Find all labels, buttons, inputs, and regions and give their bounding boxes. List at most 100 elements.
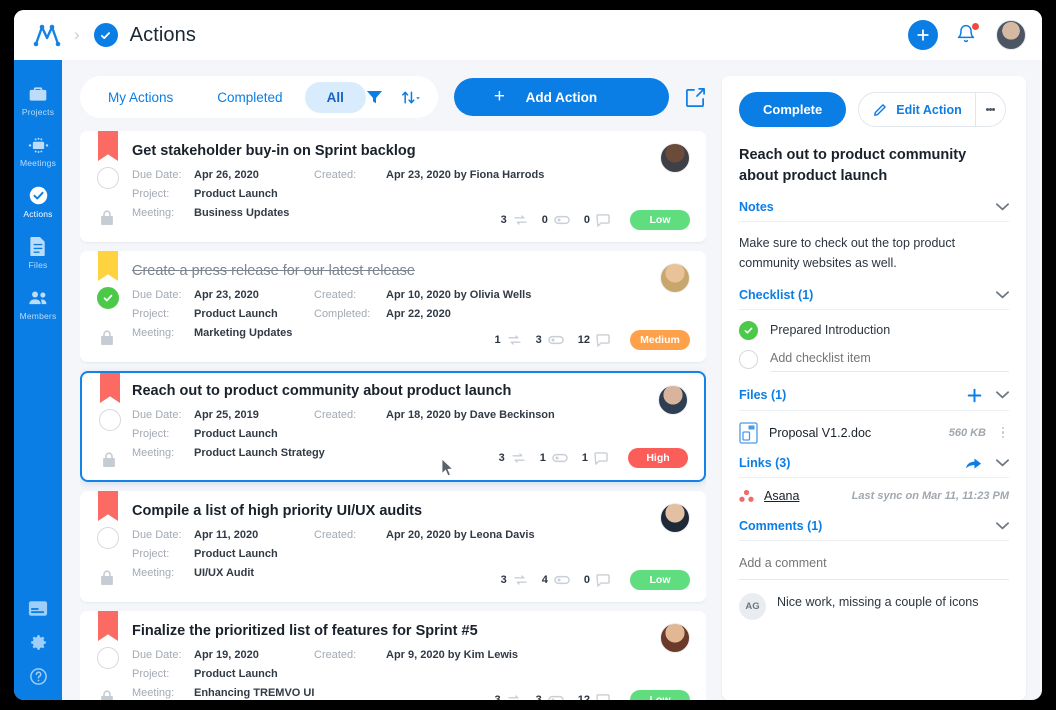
comments-section-header[interactable]: Comments (1) — [739, 519, 1009, 541]
actions-column: My Actions Completed All + Add Action Ge… — [80, 76, 706, 700]
action-complete-checkbox[interactable] — [97, 167, 119, 189]
file-item[interactable]: Proposal V1.2.doc 560 KB — [739, 422, 1009, 444]
priority-badge: Low — [630, 690, 690, 700]
share-export-icon[interactable] — [685, 87, 706, 108]
action-meta-due: Due Date: Apr 26, 2020 Created: Apr 23, … — [132, 168, 690, 182]
share-arrow-icon[interactable] — [965, 456, 982, 470]
subtask-count: 3 — [495, 693, 522, 700]
lock-icon — [99, 569, 116, 586]
completed-label: Completed: — [314, 308, 371, 320]
subtask-count: 3 — [499, 451, 526, 465]
action-card[interactable]: Finalize the prioritized list of feature… — [80, 611, 706, 700]
assignee-avatar[interactable] — [660, 263, 690, 293]
created-label: Created: — [314, 169, 357, 181]
sidebar-item-files[interactable]: Files — [14, 227, 62, 278]
comment-item: AG Nice work, missing a couple of icons — [739, 592, 1009, 620]
action-detail-panel: Complete Edit Action Reach out to produc… — [722, 76, 1026, 700]
sidebar-item-projects[interactable]: Projects — [14, 74, 62, 125]
comment-icon — [596, 693, 610, 700]
action-complete-checkbox[interactable] — [97, 647, 119, 669]
sidebar-item-label: Members — [19, 311, 57, 321]
add-comment-input[interactable] — [739, 551, 1009, 580]
help-icon[interactable] — [28, 666, 48, 686]
attachment-icon — [552, 452, 568, 464]
priority-flag-icon — [100, 373, 120, 403]
priority-badge: Low — [630, 570, 690, 590]
lock-icon — [99, 689, 116, 700]
project-value: Product Launch — [194, 428, 278, 440]
add-checklist-item-row[interactable] — [739, 347, 1009, 372]
add-checklist-input[interactable] — [770, 347, 1009, 372]
action-card[interactable]: Create a press release for our latest re… — [80, 251, 706, 362]
file-more-icon[interactable] — [997, 426, 1009, 440]
pencil-icon — [873, 103, 887, 117]
card-icon[interactable] — [28, 598, 48, 618]
chevron-down-icon[interactable] — [996, 203, 1009, 211]
global-add-button[interactable] — [908, 20, 938, 50]
assignee-avatar[interactable] — [660, 143, 690, 173]
gear-icon[interactable] — [28, 632, 48, 652]
attachment-count: 3 — [536, 334, 564, 346]
action-meta-due: Due Date: Apr 23, 2020 Created: Apr 10, … — [132, 288, 690, 302]
action-card[interactable]: Compile a list of high priority UI/UX au… — [80, 491, 706, 602]
subtask-icon — [507, 333, 522, 347]
project-label: Project: — [132, 428, 170, 440]
tab-completed[interactable]: Completed — [195, 82, 304, 113]
attachment-count: 1 — [540, 452, 568, 464]
action-complete-checkbox[interactable] — [97, 527, 119, 549]
sidebar-item-label: Meetings — [19, 158, 57, 168]
sort-icon[interactable] — [401, 90, 420, 105]
due-date-value: Apr 11, 2020 — [194, 529, 259, 541]
edit-action-button[interactable]: Edit Action — [859, 93, 975, 126]
created-value: Apr 10, 2020 by Olivia Wells — [386, 289, 532, 301]
created-value: Apr 20, 2020 by Leona Davis — [386, 529, 535, 541]
comment-count: 0 — [584, 573, 610, 587]
meeting-label: Meeting: — [132, 327, 175, 339]
action-card[interactable]: Get stakeholder buy-in on Sprint backlog… — [80, 131, 706, 242]
sidebar-item-actions[interactable]: Actions — [14, 176, 62, 227]
meeting-label: Meeting: — [132, 447, 175, 459]
assignee-avatar[interactable] — [658, 385, 688, 415]
avatar[interactable] — [996, 20, 1026, 50]
action-card[interactable]: Reach out to product community about pro… — [80, 371, 706, 482]
checklist-section-header[interactable]: Checklist (1) — [739, 288, 1009, 310]
due-date-label: Due Date: — [132, 409, 182, 421]
chevron-down-icon[interactable] — [996, 458, 1009, 467]
sidebar-item-meetings[interactable]: Meetings — [14, 125, 62, 176]
files-section-header[interactable]: Files (1) — [739, 388, 1009, 411]
more-vertical-icon[interactable] — [974, 93, 1005, 126]
chevron-down-icon[interactable] — [996, 521, 1009, 530]
sidebar-item-members[interactable]: Members — [14, 278, 62, 329]
link-item[interactable]: Asana Last sync on Mar 11, 11:23 PM — [739, 489, 1009, 503]
action-complete-checkbox[interactable] — [97, 287, 119, 309]
add-action-button[interactable]: + Add Action — [453, 78, 669, 116]
bell-icon[interactable] — [956, 23, 979, 46]
link-name[interactable]: Asana — [764, 489, 799, 503]
comment-count: 1 — [582, 451, 608, 465]
checklist-item[interactable]: Prepared Introduction — [739, 320, 1009, 340]
document-icon — [28, 236, 49, 257]
due-date-value: Apr 25, 2019 — [194, 409, 259, 421]
links-section-header[interactable]: Links (3) — [739, 456, 1009, 478]
checklist-item-checkbox[interactable] — [739, 320, 758, 340]
assignee-avatar[interactable] — [660, 503, 690, 533]
action-title: Finalize the prioritized list of feature… — [132, 623, 478, 639]
plus-icon[interactable] — [967, 388, 982, 403]
brand-logo-icon[interactable] — [30, 20, 64, 50]
app-window: › Actions Projects Meetings Actions File… — [14, 10, 1042, 700]
actions-list[interactable]: Get stakeholder buy-in on Sprint backlog… — [80, 131, 706, 700]
comment-icon — [594, 451, 608, 465]
created-label: Created: — [314, 649, 357, 661]
chevron-down-icon[interactable] — [996, 391, 1009, 399]
action-complete-checkbox[interactable] — [99, 409, 121, 431]
complete-button[interactable]: Complete — [739, 92, 847, 127]
action-meta-project: Project: Product Launch — [132, 547, 690, 561]
chevron-down-icon[interactable] — [996, 290, 1009, 299]
assignee-avatar[interactable] — [660, 623, 690, 653]
page-title: Actions — [129, 23, 196, 46]
tab-my-actions[interactable]: My Actions — [86, 82, 195, 113]
tab-all[interactable]: All — [304, 81, 366, 113]
due-date-value: Apr 19, 2020 — [194, 649, 259, 661]
notes-section-header[interactable]: Notes — [739, 200, 1009, 223]
filter-icon[interactable] — [366, 89, 383, 105]
